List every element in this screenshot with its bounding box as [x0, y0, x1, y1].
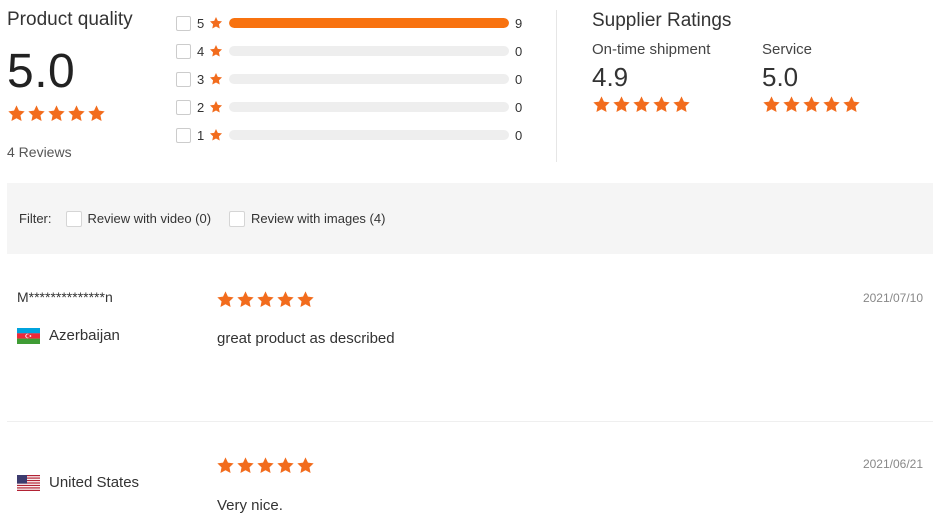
filter-images-checkbox[interactable] — [229, 210, 246, 227]
star-icon — [256, 290, 275, 309]
star-icon — [209, 128, 223, 142]
star-icon — [236, 290, 255, 309]
rating-count: 0 — [515, 127, 523, 143]
star-icon — [802, 95, 821, 114]
filter-bar: Filter: Review with video (0) Review wit… — [7, 183, 933, 254]
us-flag-icon — [17, 474, 40, 491]
rating-row-3: 3 0 — [176, 65, 536, 93]
rating-row-2: 2 0 — [176, 93, 536, 121]
review-item: M**************n Azerbaijan 2021/07/10 g… — [7, 284, 933, 421]
rating-count: 0 — [515, 43, 523, 59]
filter-label: Filter: — [19, 211, 52, 226]
rating-filter-checkbox[interactable] — [176, 99, 191, 115]
star-icon — [209, 100, 223, 114]
star-icon — [47, 104, 66, 123]
rating-bar — [229, 18, 509, 28]
star-icon — [296, 290, 315, 309]
review-text: great product as described — [217, 330, 395, 347]
filter-video-label: Review with video (0) — [87, 211, 212, 226]
filter-images-label: Review with images (4) — [251, 211, 386, 226]
product-quality-score: 5.0 — [7, 45, 76, 98]
service-stars — [762, 95, 861, 114]
star-icon — [209, 72, 223, 86]
star-icon — [276, 290, 295, 309]
rating-filter-checkbox[interactable] — [176, 43, 191, 59]
rating-bar — [229, 102, 509, 112]
rating-filter-checkbox[interactable] — [176, 15, 191, 31]
rating-distribution: 5 9 4 0 3 0 2 0 1 0 — [176, 9, 536, 149]
review-stars — [216, 290, 315, 309]
rating-bar — [229, 46, 509, 56]
country-name: Azerbaijan — [49, 327, 120, 344]
star-icon — [209, 16, 223, 30]
azerbaijan-flag-icon — [17, 327, 40, 344]
reviewer-name: M**************n — [17, 289, 113, 305]
supplier-ratings-title: Supplier Ratings — [592, 10, 732, 31]
star-icon — [87, 104, 106, 123]
shipment-score: 4.9 — [592, 62, 629, 92]
section-divider — [556, 10, 557, 162]
star-icon — [612, 95, 631, 114]
star-icon — [842, 95, 861, 114]
rating-filter-checkbox[interactable] — [176, 71, 191, 87]
rating-bar — [229, 74, 509, 84]
star-icon — [209, 44, 223, 58]
star-icon — [276, 456, 295, 475]
star-icon — [592, 95, 611, 114]
rating-bar — [229, 130, 509, 140]
rating-row-1: 1 0 — [176, 121, 536, 149]
review-text: Very nice. — [217, 497, 283, 514]
rating-level: 3 — [197, 71, 205, 87]
star-icon — [822, 95, 841, 114]
star-icon — [7, 104, 26, 123]
star-icon — [67, 104, 86, 123]
reviews-count: 4 Reviews — [7, 144, 72, 160]
star-icon — [782, 95, 801, 114]
rating-level: 5 — [197, 15, 205, 31]
shipment-label: On-time shipment — [592, 41, 711, 58]
star-icon — [672, 95, 691, 114]
rating-level: 1 — [197, 127, 205, 143]
service-rating: Service 5.0 — [762, 41, 861, 114]
rating-row-5: 5 9 — [176, 9, 536, 37]
rating-count: 9 — [515, 15, 523, 31]
rating-count: 0 — [515, 99, 523, 115]
review-divider — [7, 421, 933, 422]
country-name: United States — [49, 474, 140, 491]
rating-level: 2 — [197, 99, 205, 115]
product-quality-stars — [7, 104, 106, 123]
review-date: 2021/06/21 — [862, 457, 923, 471]
review-date: 2021/07/10 — [862, 291, 923, 305]
shipment-rating: On-time shipment 4.9 — [592, 41, 710, 114]
star-icon — [27, 104, 46, 123]
service-label: Service — [762, 41, 813, 58]
rating-bar-fill — [229, 18, 509, 28]
star-icon — [632, 95, 651, 114]
star-icon — [296, 456, 315, 475]
star-icon — [236, 456, 255, 475]
reviewer-country: United States — [17, 474, 139, 491]
review-item: United States 2021/06/21 Very nice. — [7, 450, 933, 520]
star-icon — [256, 456, 275, 475]
filter-images-option[interactable]: Review with images (4) — [229, 210, 386, 227]
rating-row-4: 4 0 — [176, 37, 536, 65]
star-icon — [216, 290, 235, 309]
product-quality-title: Product quality — [7, 9, 133, 30]
rating-count: 0 — [515, 71, 523, 87]
rating-filter-checkbox[interactable] — [176, 127, 191, 143]
star-icon — [762, 95, 781, 114]
shipment-stars — [592, 95, 710, 114]
star-icon — [216, 456, 235, 475]
reviewer-country: Azerbaijan — [17, 327, 120, 344]
service-score: 5.0 — [762, 62, 799, 92]
filter-video-option[interactable]: Review with video (0) — [65, 210, 212, 227]
filter-video-checkbox[interactable] — [65, 210, 82, 227]
review-stars — [216, 456, 315, 475]
rating-level: 4 — [197, 43, 205, 59]
star-icon — [652, 95, 671, 114]
